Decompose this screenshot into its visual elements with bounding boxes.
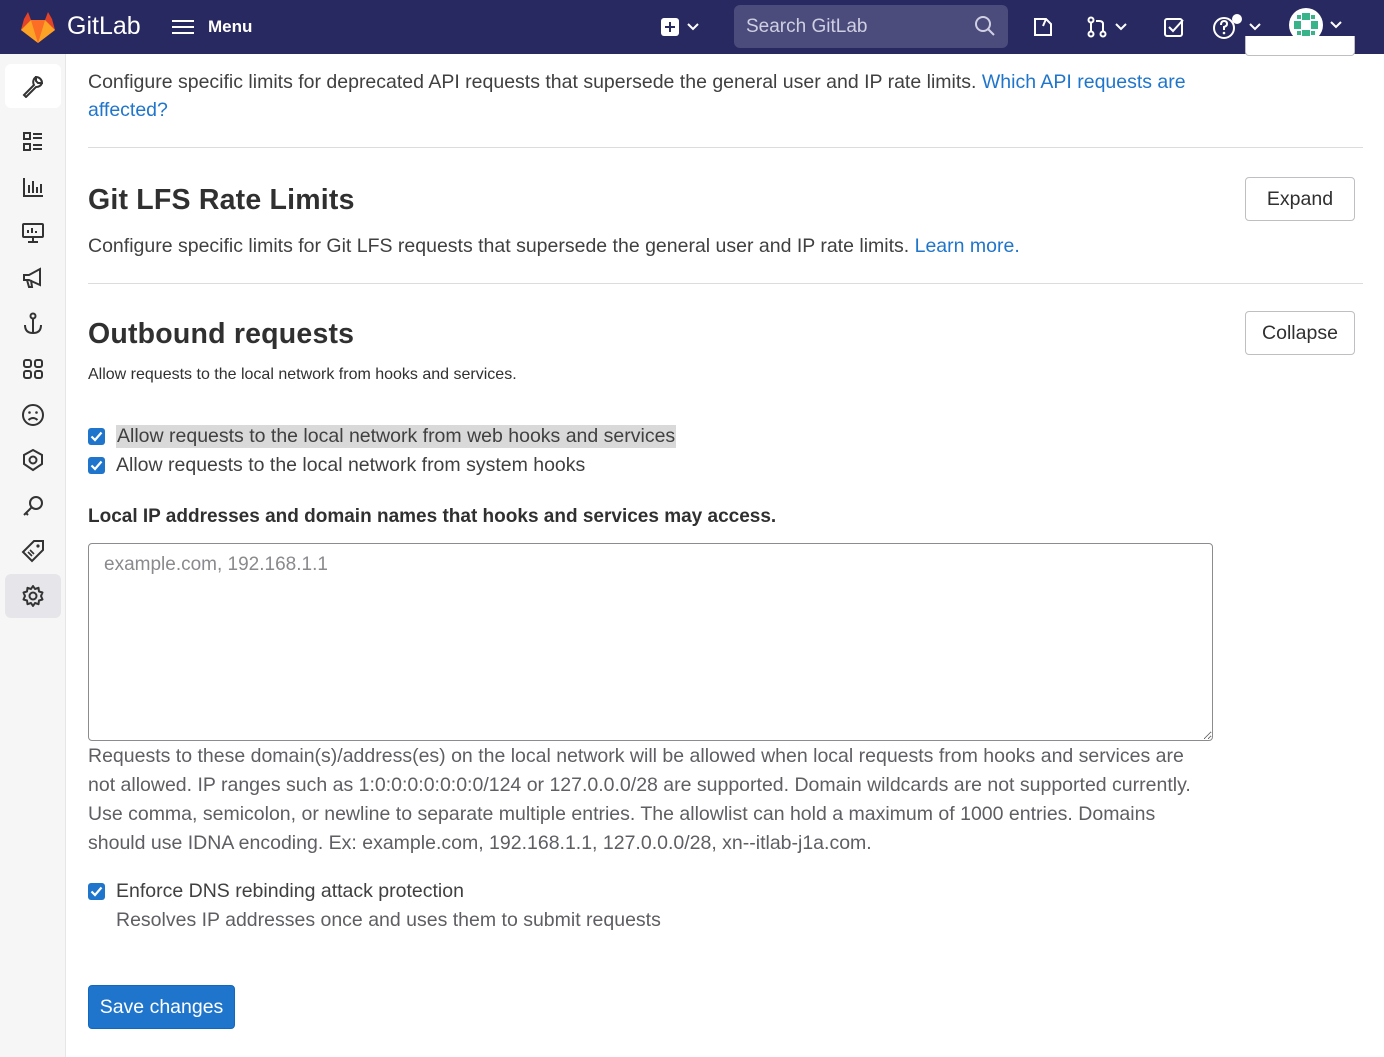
system-hooks-checkbox-label[interactable]: Allow requests to the local network from… xyxy=(116,454,585,477)
search-input[interactable] xyxy=(746,15,966,38)
top-navbar: GitLab Menu xyxy=(0,0,1384,54)
git-lfs-section-title: Git LFS Rate Limits xyxy=(88,184,355,216)
web-hooks-checkbox[interactable] xyxy=(88,428,105,445)
menu-label: Menu xyxy=(208,17,253,36)
collapsed-section-button[interactable] xyxy=(1245,36,1355,56)
apps-grid-icon xyxy=(23,359,43,379)
git-lfs-description: Configure specific limits for Git LFS re… xyxy=(88,232,1363,260)
checkmark-icon xyxy=(90,886,103,897)
dns-help-text: Resolves IP addresses once and uses them… xyxy=(116,909,661,931)
dns-checkbox-label[interactable]: Enforce DNS rebinding attack protection xyxy=(116,880,464,903)
search-icon[interactable] xyxy=(974,15,996,37)
sidebar-item-applications[interactable] xyxy=(5,347,61,391)
hamburger-icon xyxy=(172,18,196,36)
todos-button[interactable] xyxy=(1163,12,1185,42)
allowlist-help-text: Requests to these domain(s)/address(es) … xyxy=(88,745,1191,854)
save-changes-button[interactable]: Save changes xyxy=(88,985,235,1029)
deprecated-api-text: Configure specific limits for deprecated… xyxy=(88,71,982,93)
sidebar-item-admin-area[interactable] xyxy=(5,64,61,108)
monitor-icon xyxy=(22,223,44,243)
overview-icon xyxy=(23,132,42,151)
sad-face-icon xyxy=(22,404,44,426)
sidebar-item-abuse-reports[interactable] xyxy=(5,393,61,437)
chevron-down-icon xyxy=(1330,21,1342,29)
chevron-down-icon xyxy=(1115,23,1127,31)
sidebar-item-kubernetes[interactable] xyxy=(5,438,61,482)
identicon-icon xyxy=(1294,13,1318,37)
sidebar-item-settings[interactable] xyxy=(5,574,61,618)
sidebar-item-monitoring[interactable] xyxy=(5,211,61,255)
sidebar-item-deploy-keys[interactable] xyxy=(5,484,61,528)
system-hooks-checkbox[interactable] xyxy=(88,457,105,474)
gear-icon xyxy=(22,585,44,607)
dns-rebinding-checkbox[interactable] xyxy=(88,883,105,900)
sidebar-item-labels[interactable] xyxy=(5,529,61,573)
key-icon xyxy=(23,496,43,516)
label-tag-icon xyxy=(21,540,44,563)
learn-more-link[interactable]: Learn more. xyxy=(915,235,1020,257)
deprecated-api-description: Configure specific limits for deprecated… xyxy=(88,68,1188,124)
sidebar-item-messages[interactable] xyxy=(5,256,61,300)
kubernetes-icon xyxy=(23,448,43,472)
expand-button[interactable]: Expand xyxy=(1245,177,1355,221)
outbound-section-title: Outbound requests xyxy=(88,318,355,350)
create-new-button[interactable] xyxy=(660,12,700,42)
merge-requests-button[interactable] xyxy=(1086,12,1128,42)
checkmark-icon xyxy=(90,460,103,471)
gitlab-logo-icon[interactable] xyxy=(20,10,56,44)
checkmark-icon xyxy=(90,431,103,442)
plus-square-icon xyxy=(661,18,679,36)
chevron-down-icon xyxy=(1249,23,1261,31)
dns-checkbox-row[interactable]: Enforce DNS rebinding attack protection xyxy=(88,880,464,903)
chart-icon xyxy=(23,178,43,197)
divider xyxy=(88,147,1363,148)
allowlist-label: Local IP addresses and domain names that… xyxy=(88,506,777,527)
web-hooks-checkbox-label[interactable]: Allow requests to the local network from… xyxy=(116,425,677,448)
sidebar-item-hooks[interactable] xyxy=(5,302,61,346)
sidebar-item-analytics[interactable] xyxy=(5,165,61,209)
web-hooks-checkbox-row[interactable]: Allow requests to the local network from… xyxy=(88,425,677,448)
help-icon xyxy=(1213,14,1242,39)
admin-sidebar xyxy=(0,54,66,1057)
megaphone-icon xyxy=(23,267,41,288)
allowlist-textarea[interactable] xyxy=(88,543,1213,741)
wrench-icon xyxy=(22,75,44,98)
brand-name[interactable]: GitLab xyxy=(67,12,141,41)
sidebar-item-overview[interactable] xyxy=(5,120,61,164)
git-lfs-text: Configure specific limits for Git LFS re… xyxy=(88,235,915,257)
issues-icon xyxy=(1034,18,1052,36)
system-hooks-checkbox-row[interactable]: Allow requests to the local network from… xyxy=(88,454,585,477)
merge-request-icon xyxy=(1087,16,1107,38)
divider xyxy=(88,283,1363,284)
issues-button[interactable] xyxy=(1032,12,1054,42)
outbound-description: Allow requests to the local network from… xyxy=(88,366,517,383)
menu-button[interactable]: Menu xyxy=(172,14,252,40)
anchor-icon xyxy=(24,312,42,335)
chevron-down-icon xyxy=(687,23,699,31)
collapse-button[interactable]: Collapse xyxy=(1245,311,1355,355)
search-box[interactable] xyxy=(734,5,1008,48)
todo-check-icon xyxy=(1164,18,1184,37)
